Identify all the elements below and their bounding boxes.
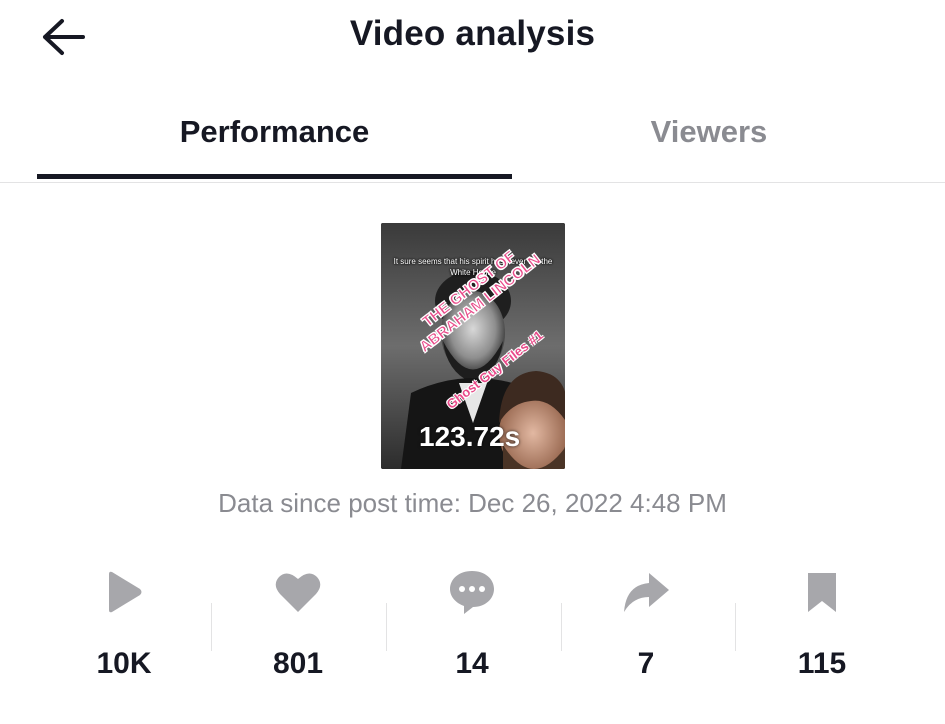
stat-comments[interactable]: 14 bbox=[385, 560, 559, 690]
stat-divider bbox=[735, 603, 736, 651]
active-tab-indicator bbox=[37, 174, 512, 179]
stat-comments-value: 14 bbox=[455, 647, 489, 680]
page-title: Video analysis bbox=[349, 14, 596, 53]
play-icon bbox=[104, 570, 144, 619]
tab-viewers[interactable]: Viewers bbox=[473, 100, 945, 182]
video-duration: 123.72s bbox=[419, 421, 521, 452]
video-thumbnail[interactable]: It sure seems that his spirit has never … bbox=[381, 223, 565, 469]
stat-views[interactable]: 10K bbox=[37, 560, 211, 690]
bookmark-icon bbox=[804, 570, 840, 619]
share-icon bbox=[621, 570, 671, 619]
stat-likes-value: 801 bbox=[272, 647, 324, 680]
stat-saves[interactable]: 115 bbox=[735, 560, 909, 690]
stat-saves-value: 115 bbox=[797, 647, 847, 680]
data-since-label: Data since post time: Dec 26, 2022 4:48 … bbox=[218, 488, 727, 518]
comment-icon bbox=[447, 568, 497, 621]
stat-shares-value: 7 bbox=[637, 647, 655, 680]
header: Video analysis bbox=[0, 0, 945, 80]
stat-divider bbox=[211, 603, 212, 651]
stat-divider bbox=[386, 603, 387, 651]
stat-divider bbox=[561, 603, 562, 651]
stat-views-value: 10K bbox=[96, 647, 152, 680]
stat-shares[interactable]: 7 bbox=[559, 560, 733, 690]
stat-likes[interactable]: 801 bbox=[211, 560, 385, 690]
tab-performance[interactable]: Performance bbox=[37, 100, 512, 182]
tab-bar: Performance Viewers bbox=[0, 100, 945, 183]
stats-row: 10K 801 14 7 115 bbox=[37, 560, 909, 690]
heart-icon bbox=[274, 570, 322, 619]
